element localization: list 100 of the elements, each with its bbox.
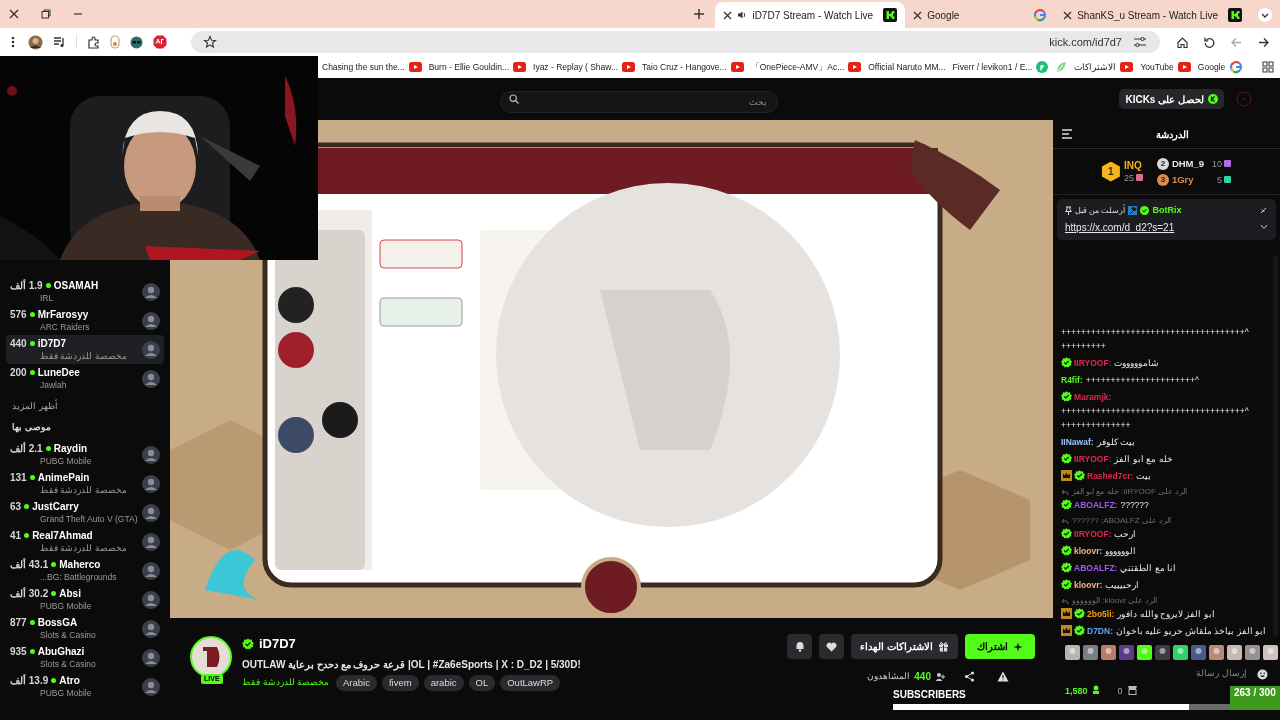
report-icon[interactable] [997, 671, 1009, 682]
emote-icon[interactable] [1227, 644, 1242, 660]
bookmark[interactable]: Iyaz - Replay ( Shaw... [533, 60, 619, 74]
get-kicks-button[interactable]: لحصل على KICKs [1119, 89, 1224, 109]
chat-username[interactable]: IIRYOOF: [1074, 454, 1112, 464]
toggle-extension-icon[interactable] [110, 35, 120, 49]
chat-menu-icon[interactable] [1061, 129, 1073, 139]
channel-item[interactable]: 877 BossGA Slots & Casino [6, 614, 164, 643]
chevron-down-icon[interactable] [1260, 224, 1268, 230]
tag-chip[interactable]: fivem [381, 674, 419, 691]
avatar[interactable] [142, 619, 160, 638]
emote-icon[interactable] [1263, 644, 1278, 660]
pinned-link[interactable]: https://x.com/d_d2?s=21 [1065, 219, 1175, 235]
adblock-icon[interactable] [153, 35, 167, 49]
notifications-button[interactable] [787, 634, 813, 659]
bookmark[interactable]: YouTube [1140, 60, 1174, 74]
close-icon[interactable] [913, 10, 923, 20]
chat-username[interactable]: kloovr: [1074, 546, 1103, 556]
bookmark[interactable]: 「OnePiece-AMV」Ac... [750, 60, 845, 74]
emoji-icon[interactable] [1257, 668, 1268, 680]
tag-chip[interactable]: Arabic [336, 674, 377, 691]
unpin-icon[interactable] [1259, 206, 1268, 216]
channel-item[interactable]: 63 JustCarry Grand Theft Auto V (GTA) [6, 498, 164, 527]
browser-tab[interactable]: iD7D7 Stream - Watch Live [715, 2, 906, 28]
avatar[interactable] [142, 532, 160, 551]
forward-icon[interactable] [1257, 35, 1270, 49]
avatar[interactable] [190, 636, 232, 678]
bookmark[interactable]: Google [1197, 60, 1226, 74]
search-field[interactable]: بحث [500, 91, 778, 113]
tag-chip[interactable]: arabic [423, 674, 464, 691]
avatar[interactable] [142, 503, 160, 522]
avatar[interactable] [142, 561, 160, 580]
bookmark[interactable]: Official Naruto MM... [868, 60, 946, 74]
avatar[interactable] [142, 474, 160, 493]
address-bar[interactable]: kick.com/id7d7 [191, 31, 1160, 53]
chat-username[interactable]: D7DN: [1087, 626, 1113, 636]
browser-tab[interactable]: ShanKS_u Stream - Watch Live [1055, 2, 1250, 28]
bookmark[interactable]: Taio Cruz - Hangove... [642, 60, 727, 74]
bookmark[interactable]: Fiverr / levikon1 / E... [952, 60, 1033, 74]
speaker-icon[interactable] [737, 10, 748, 20]
chat-username[interactable]: BotRix [1152, 204, 1182, 218]
gift-subscriptions-button[interactable]: الاشتراكات الهداء [851, 634, 958, 659]
category-link[interactable]: مخصصة للدردشة فقط [242, 675, 329, 690]
emote-icon[interactable] [1083, 644, 1098, 660]
emote-icon[interactable] [1119, 644, 1134, 660]
avatar[interactable] [142, 648, 160, 667]
chevron-down-icon[interactable] [1258, 8, 1272, 22]
spy-extension-icon[interactable] [130, 35, 143, 49]
emote-icon[interactable] [1191, 644, 1206, 660]
avatar[interactable] [142, 311, 160, 330]
avatar[interactable] [142, 282, 160, 301]
leaderboard-name[interactable]: 1Gry [1171, 172, 1194, 187]
show-more-link[interactable]: أظهر المزيد [6, 393, 64, 421]
emote-icon[interactable] [1155, 644, 1170, 660]
channel-item[interactable]: 200 LuneDee Jawlah [6, 364, 164, 393]
emote-icon[interactable] [1173, 644, 1188, 660]
close-icon[interactable] [1063, 10, 1073, 20]
apps-grid-icon[interactable] [1262, 61, 1274, 73]
share-icon[interactable] [964, 671, 975, 682]
chat-username[interactable]: kloovr: [1074, 580, 1103, 590]
chat-username[interactable]: IIRYOOF: [1074, 358, 1112, 368]
shop-icon[interactable] [1126, 685, 1138, 695]
emote-icon[interactable] [1137, 644, 1152, 660]
avatar[interactable] [142, 369, 160, 388]
media-controls-icon[interactable] [53, 36, 66, 48]
leaderboard-name[interactable]: DHM_9 [1171, 156, 1205, 171]
emote-icon[interactable] [1065, 644, 1080, 660]
emote-icon[interactable] [1245, 644, 1260, 660]
tag-chip[interactable]: OL [468, 674, 496, 691]
channel-item[interactable]: 935 AbuGhazi Slots & Casino [6, 643, 164, 672]
tag-chip[interactable]: OutLawRP [500, 674, 561, 691]
chat-username[interactable]: Maramjk: [1074, 392, 1112, 402]
profile-avatar-icon[interactable] [28, 34, 43, 50]
close-icon[interactable] [8, 8, 20, 20]
extensions-icon[interactable] [87, 35, 100, 49]
chat-username[interactable]: ABOALFZ: [1074, 563, 1118, 573]
reload-icon[interactable] [1203, 35, 1216, 49]
chat-input[interactable]: إرسال رسالة [1065, 667, 1247, 681]
leaderboard-name[interactable]: INQ [1123, 159, 1143, 172]
bookmark[interactable]: Burn - Ellie Gouldin... [428, 60, 510, 74]
streamer-name[interactable]: iD7D7 [259, 634, 296, 654]
site-settings-icon[interactable] [1132, 35, 1148, 49]
chat-username[interactable]: R4fif: [1061, 375, 1083, 385]
follow-button[interactable] [819, 634, 845, 659]
chat-username[interactable]: IIRYOOF: [1074, 529, 1112, 539]
avatar[interactable] [142, 677, 160, 696]
points-icon[interactable] [1091, 685, 1100, 695]
plus-icon[interactable] [693, 8, 706, 20]
chat-username[interactable]: 2bo5li: [1087, 609, 1115, 619]
avatar[interactable] [142, 445, 160, 464]
star-icon[interactable] [203, 35, 217, 49]
emote-icon[interactable] [1209, 644, 1224, 660]
subscribe-button[interactable]: اشتراك [965, 634, 1035, 659]
chat-username[interactable]: ABOALFZ: [1074, 500, 1118, 510]
chat-username[interactable]: Rashed7cr: [1087, 471, 1134, 481]
close-icon[interactable] [723, 10, 733, 20]
avatar[interactable] [142, 590, 160, 609]
bookmark[interactable]: Chasing the sun the... [322, 60, 405, 74]
chat-username[interactable]: IINawaf: [1061, 437, 1094, 447]
bookmark[interactable]: الاشتراكات [1074, 60, 1117, 74]
